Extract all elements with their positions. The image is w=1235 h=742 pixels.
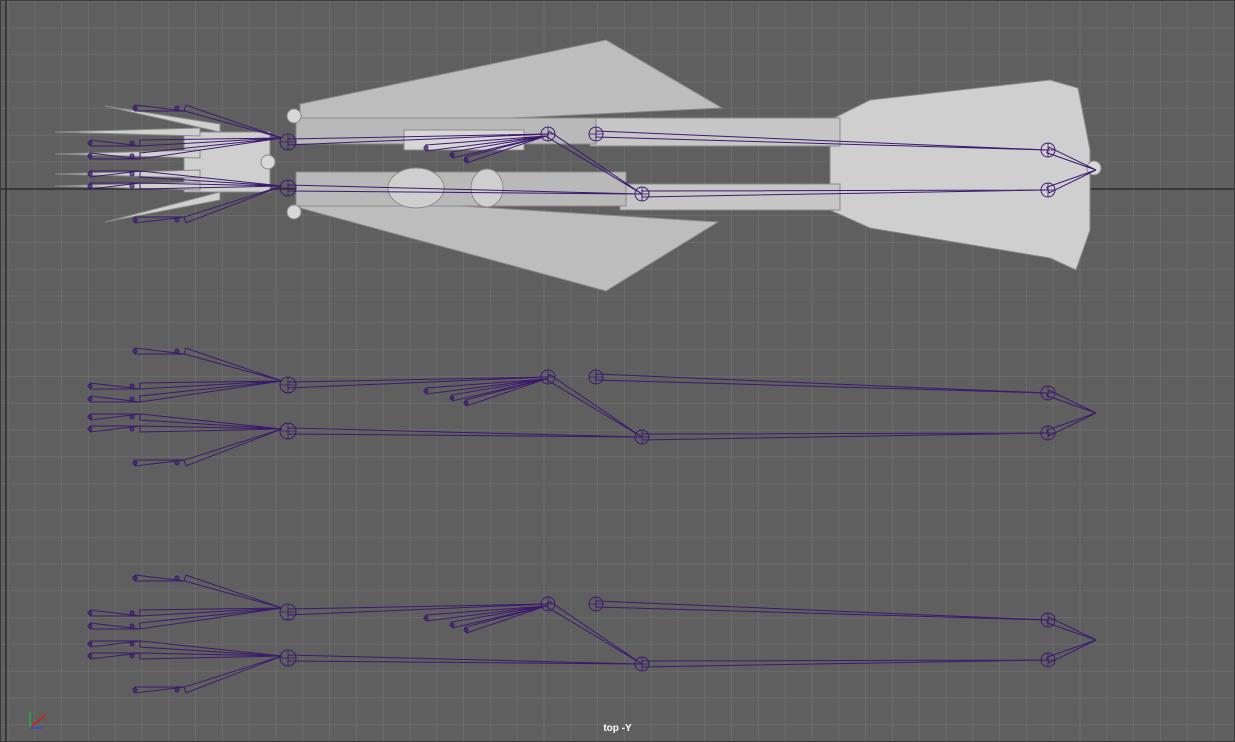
claw-mesh (104, 105, 221, 133)
joint-cap-mesh (260, 154, 276, 170)
inner-plate-mesh (403, 129, 525, 151)
bone (287, 654, 643, 665)
bone (287, 427, 643, 438)
bone (139, 607, 283, 630)
body-mesh (829, 79, 1091, 271)
bone (1046, 389, 1097, 414)
bone (641, 659, 1049, 668)
bone (287, 603, 549, 616)
fin-upper (299, 39, 724, 129)
inner-sphere-mesh (470, 168, 504, 208)
joint-cap-mesh (286, 204, 302, 220)
finger-mesh (54, 149, 201, 159)
top-viewport[interactable]: top -Y (0, 0, 1235, 742)
bone (287, 376, 549, 389)
bone (1046, 616, 1097, 641)
skeleton-rig-a[interactable] (87, 347, 1097, 467)
bone (139, 607, 283, 617)
camera-name-label: top -Y (603, 723, 632, 734)
bone (1046, 639, 1097, 664)
bone (139, 380, 283, 403)
bone (641, 432, 1049, 441)
bone (464, 378, 547, 407)
bone (1046, 412, 1097, 437)
bone (183, 574, 283, 609)
skinned-mesh[interactable] (54, 39, 1102, 292)
bone (183, 655, 283, 694)
bone (139, 380, 283, 390)
viewport-scene[interactable] (0, 0, 1235, 742)
bone (183, 428, 283, 467)
joint-cap-mesh (286, 108, 302, 124)
bone (464, 605, 547, 634)
skeleton-rig-b[interactable] (87, 574, 1097, 694)
